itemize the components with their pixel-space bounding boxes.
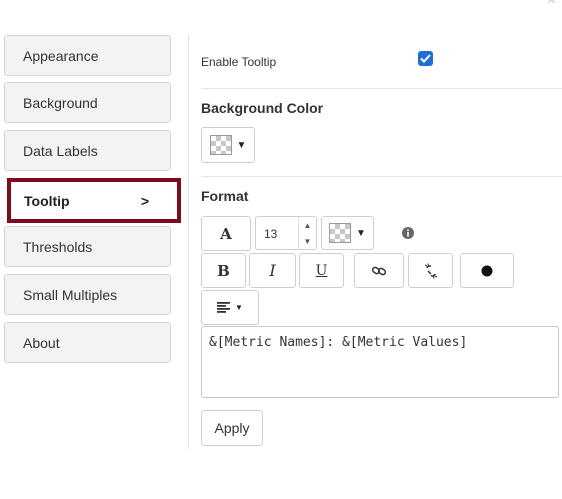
- background-color-heading: Background Color: [201, 100, 324, 116]
- checkmark-icon: [420, 54, 431, 63]
- sidebar-item-small-multiples[interactable]: Small Multiples: [4, 274, 171, 315]
- stepper-arrows[interactable]: ▲ ▼: [298, 217, 316, 249]
- sidebar-item-label: Thresholds: [23, 238, 93, 255]
- background-color-picker[interactable]: ▼: [201, 127, 255, 163]
- bullet-list-button[interactable]: [460, 253, 514, 288]
- italic-icon: I: [269, 261, 276, 280]
- font-size-stepper[interactable]: 13 ▲ ▼: [255, 216, 317, 250]
- bold-icon: B: [217, 261, 230, 280]
- sidebar-item-background[interactable]: Background: [4, 82, 171, 123]
- sidebar-item-label: Background: [23, 94, 98, 111]
- color-swatch: [329, 223, 352, 243]
- chevron-up-icon[interactable]: ▲: [304, 221, 312, 230]
- link-icon: [371, 266, 387, 275]
- sidebar-item-data-labels[interactable]: Data Labels: [4, 130, 171, 171]
- font-size-value: 13: [264, 227, 278, 241]
- font-family-button[interactable]: A: [201, 216, 251, 251]
- caret-down-icon: ▼: [235, 303, 243, 312]
- text-align-dropdown[interactable]: ▼: [201, 290, 259, 325]
- close-icon[interactable]: ×: [547, 0, 556, 9]
- unlink-icon: [424, 262, 437, 279]
- sidebar-item-label: Appearance: [23, 47, 99, 64]
- tooltip-template-editor[interactable]: &[Metric Names]: &[Metric Values]: [201, 326, 559, 398]
- panel-divider: [188, 34, 189, 449]
- chevron-right-icon: >: [140, 192, 149, 209]
- sidebar-item-label: Data Labels: [23, 142, 98, 159]
- caret-down-icon: ▼: [236, 139, 247, 151]
- enable-tooltip-label: Enable Tooltip: [201, 55, 277, 69]
- sidebar-item-appearance[interactable]: Appearance: [4, 35, 171, 76]
- section-divider: [201, 176, 562, 177]
- chevron-down-icon[interactable]: ▼: [304, 237, 312, 246]
- underline-button[interactable]: U: [299, 253, 344, 288]
- font-color-picker[interactable]: ▼: [321, 216, 374, 250]
- font-icon: A: [220, 224, 232, 243]
- sidebar-item-tooltip[interactable]: Tooltip >: [7, 178, 181, 223]
- apply-button[interactable]: Apply: [201, 410, 263, 446]
- insert-link-button[interactable]: [354, 253, 404, 288]
- sidebar-item-about[interactable]: About: [4, 322, 171, 363]
- align-left-icon: [217, 302, 231, 313]
- caret-down-icon: ▼: [356, 227, 366, 239]
- circle-icon: [481, 265, 493, 276]
- color-swatch: [209, 135, 232, 155]
- sidebar-item-label: About: [23, 334, 60, 351]
- remove-link-button[interactable]: [408, 253, 453, 288]
- underline-icon: U: [315, 262, 328, 279]
- info-icon[interactable]: [402, 226, 414, 244]
- format-heading: Format: [201, 188, 249, 204]
- enable-tooltip-checkbox[interactable]: [418, 51, 433, 66]
- sidebar-item-label: Small Multiples: [23, 286, 118, 303]
- bold-button[interactable]: B: [201, 253, 246, 288]
- section-divider: [201, 88, 562, 89]
- sidebar-item-thresholds[interactable]: Thresholds: [4, 226, 171, 267]
- italic-button[interactable]: I: [249, 253, 296, 288]
- sidebar-item-label: Tooltip: [24, 192, 70, 209]
